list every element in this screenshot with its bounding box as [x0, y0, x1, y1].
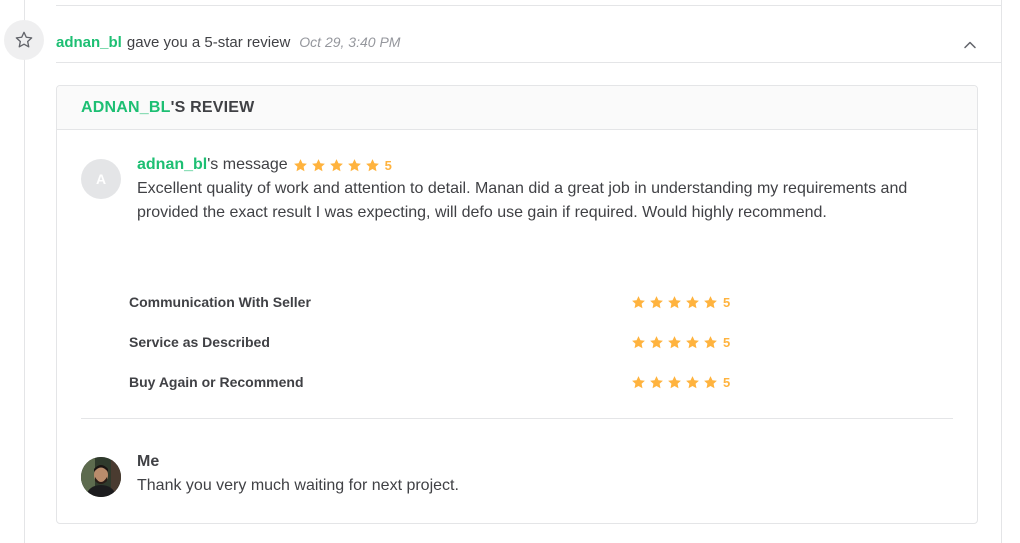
star-icon [632, 375, 645, 388]
rating-value: 5 [723, 334, 731, 350]
rating-row-recommend: Buy Again or Recommend 5 [129, 362, 749, 402]
seller-avatar [81, 457, 121, 497]
star-icon [650, 335, 663, 348]
rating-stars-wrap: 5 [631, 362, 730, 402]
message-header: adnan_bl's message 5 [137, 154, 392, 176]
review-title-suffix: 'S REVIEW [170, 98, 255, 116]
star-icon [365, 158, 379, 171]
message-username-link[interactable]: adnan_bl [137, 156, 207, 174]
review-message-text: Excellent quality of work and attention … [137, 180, 908, 221]
order-activity-page: adnan_bl gave you a 5-star review Oct 29… [0, 0, 1020, 543]
overall-rating-stars [293, 158, 383, 173]
star-icon [668, 375, 681, 388]
divider [56, 5, 1001, 6]
review-title-username: ADNAN_BL [81, 98, 171, 116]
rating-row-service: Service as Described 5 [129, 322, 749, 362]
star-icon [650, 295, 663, 308]
review-card-title: ADNAN_BL 'S REVIEW [57, 86, 977, 130]
rating-row-communication: Communication With Seller 5 [129, 282, 749, 322]
rating-breakdown: Communication With Seller 5 Service as D… [129, 282, 749, 402]
rating-value: 5 [723, 294, 731, 310]
reply-text: Thank you very much waiting for next pro… [137, 477, 459, 494]
star-icon [668, 295, 681, 308]
star-icon [668, 335, 681, 348]
event-timestamp: Oct 29, 3:40 PM [299, 34, 401, 50]
event-action-text: gave you a 5-star review [126, 33, 291, 51]
rating-value: 5 [723, 374, 731, 390]
star-icon [704, 375, 717, 388]
star-icon [311, 158, 325, 171]
rating-label: Communication With Seller [129, 294, 311, 310]
buyer-avatar: A [81, 159, 121, 199]
message-header-suffix: 's message [207, 156, 288, 173]
panel-border [1001, 0, 1002, 543]
collapse-button[interactable] [962, 37, 978, 53]
rating-stars [631, 295, 721, 310]
star-icon [686, 375, 699, 388]
divider [56, 62, 1001, 63]
star-icon [650, 375, 663, 388]
review-card: ADNAN_BL 'S REVIEW A adnan_bl's message 5… [56, 85, 978, 524]
star-icon [686, 335, 699, 348]
rating-stars [631, 335, 721, 350]
event-username-link[interactable]: adnan_bl [56, 34, 122, 51]
star-icon [704, 295, 717, 308]
star-icon [347, 158, 361, 171]
star-icon [329, 158, 343, 171]
star-icon [686, 295, 699, 308]
star-icon [632, 335, 645, 348]
star-icon [632, 295, 645, 308]
star-icon [293, 158, 307, 171]
rating-stars-wrap: 5 [631, 322, 730, 362]
chevron-up-icon [964, 41, 976, 49]
rating-stars-wrap: 5 [631, 282, 730, 322]
star-outline-icon [4, 20, 44, 60]
rating-label: Service as Described [129, 334, 270, 350]
divider [81, 418, 953, 419]
reply-author: Me [137, 453, 160, 470]
timeline-line [24, 0, 25, 543]
rating-stars [631, 375, 721, 390]
overall-rating-value: 5 [384, 157, 392, 173]
review-event-header: adnan_bl gave you a 5-star review Oct 29… [56, 30, 1001, 54]
star-icon [704, 335, 717, 348]
rating-label: Buy Again or Recommend [129, 374, 304, 390]
